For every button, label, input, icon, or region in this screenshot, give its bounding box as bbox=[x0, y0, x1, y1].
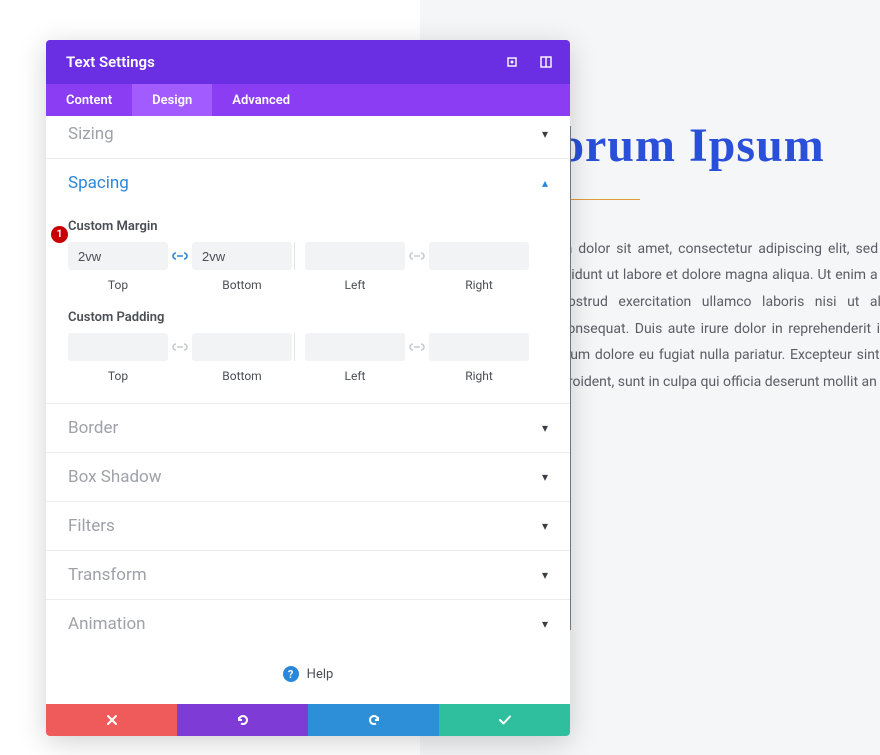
tabs: Content Design Advanced bbox=[46, 84, 570, 116]
preview-heading: orum Ipsum bbox=[560, 120, 880, 173]
chevron-down-icon: ▾ bbox=[542, 617, 548, 631]
margin-right-label: Right bbox=[465, 278, 493, 292]
separator bbox=[294, 333, 295, 361]
margin-bottom-label: Bottom bbox=[222, 278, 261, 292]
margin-left-label: Left bbox=[345, 278, 366, 292]
preview-divider bbox=[560, 199, 640, 200]
padding-grid: Top Bottom Left Right bbox=[68, 333, 548, 383]
padding-bottom-label: Bottom bbox=[222, 369, 261, 383]
tab-advanced[interactable]: Advanced bbox=[212, 84, 310, 116]
tab-content[interactable]: Content bbox=[46, 84, 132, 116]
padding-left-label: Left bbox=[345, 369, 366, 383]
help-text: Help bbox=[307, 667, 334, 682]
section-sizing[interactable]: Sizing ▾ bbox=[46, 116, 570, 159]
panel-title: Text Settings bbox=[66, 53, 155, 71]
cancel-button[interactable] bbox=[46, 704, 177, 736]
section-animation-title: Animation bbox=[68, 614, 146, 634]
close-icon bbox=[106, 714, 118, 726]
chevron-down-icon: ▾ bbox=[542, 421, 548, 435]
columns-icon[interactable] bbox=[538, 54, 554, 70]
padding-bottom-input[interactable] bbox=[192, 333, 292, 361]
expand-icon[interactable] bbox=[504, 54, 520, 70]
section-sizing-title: Sizing bbox=[68, 124, 114, 144]
section-transform-title: Transform bbox=[68, 565, 147, 585]
annotation-marker-1: 1 bbox=[51, 226, 68, 243]
chevron-down-icon: ▾ bbox=[542, 127, 548, 141]
padding-left-input[interactable] bbox=[305, 333, 405, 361]
save-button[interactable] bbox=[439, 704, 570, 736]
chevron-up-icon: ▴ bbox=[542, 176, 548, 190]
section-border[interactable]: Border ▾ bbox=[46, 404, 570, 453]
panel-header[interactable]: Text Settings bbox=[46, 40, 570, 84]
padding-top-label: Top bbox=[108, 369, 128, 383]
link-icon[interactable] bbox=[168, 333, 192, 361]
undo-button[interactable] bbox=[177, 704, 308, 736]
help-icon: ? bbox=[283, 666, 299, 682]
custom-padding-label: Custom Padding bbox=[68, 310, 548, 325]
section-spacing-title: Spacing bbox=[68, 173, 129, 193]
tab-design[interactable]: Design bbox=[132, 84, 212, 116]
section-filters[interactable]: Filters ▾ bbox=[46, 502, 570, 551]
margin-right-input[interactable] bbox=[429, 242, 529, 270]
margin-top-label: Top bbox=[108, 278, 128, 292]
section-spacing[interactable]: Spacing ▴ bbox=[46, 159, 570, 207]
padding-right-label: Right bbox=[465, 369, 493, 383]
padding-right-input[interactable] bbox=[429, 333, 529, 361]
section-box-shadow-title: Box Shadow bbox=[68, 467, 162, 487]
custom-margin-label: Custom Margin bbox=[68, 219, 548, 234]
padding-top-input[interactable] bbox=[68, 333, 168, 361]
section-border-title: Border bbox=[68, 418, 118, 438]
section-box-shadow[interactable]: Box Shadow ▾ bbox=[46, 453, 570, 502]
margin-top-input[interactable] bbox=[68, 242, 168, 270]
spacing-body: Custom Margin Top Bottom Left bbox=[46, 207, 570, 404]
undo-icon bbox=[236, 713, 250, 727]
margin-bottom-input[interactable] bbox=[192, 242, 292, 270]
section-filters-title: Filters bbox=[68, 516, 115, 536]
link-icon[interactable] bbox=[168, 242, 192, 270]
chevron-down-icon: ▾ bbox=[542, 568, 548, 582]
preview-body-text: m dolor sit amet, consectetur adipiscing… bbox=[560, 236, 880, 396]
check-icon bbox=[498, 714, 512, 726]
margin-left-input[interactable] bbox=[305, 242, 405, 270]
separator bbox=[294, 242, 295, 270]
chevron-down-icon: ▾ bbox=[542, 519, 548, 533]
redo-icon bbox=[367, 713, 381, 727]
text-settings-panel: Text Settings Content Design Advanced Si… bbox=[46, 40, 570, 736]
link-icon[interactable] bbox=[405, 333, 429, 361]
help-row[interactable]: ? Help bbox=[46, 648, 570, 704]
margin-grid: Top Bottom Left Right bbox=[68, 242, 548, 292]
action-bar bbox=[46, 704, 570, 736]
chevron-down-icon: ▾ bbox=[542, 470, 548, 484]
preview-content: orum Ipsum m dolor sit amet, consectetur… bbox=[560, 120, 880, 395]
section-animation[interactable]: Animation ▾ bbox=[46, 600, 570, 648]
section-transform[interactable]: Transform ▾ bbox=[46, 551, 570, 600]
header-icons bbox=[504, 54, 554, 70]
link-icon[interactable] bbox=[405, 242, 429, 270]
redo-button[interactable] bbox=[308, 704, 439, 736]
